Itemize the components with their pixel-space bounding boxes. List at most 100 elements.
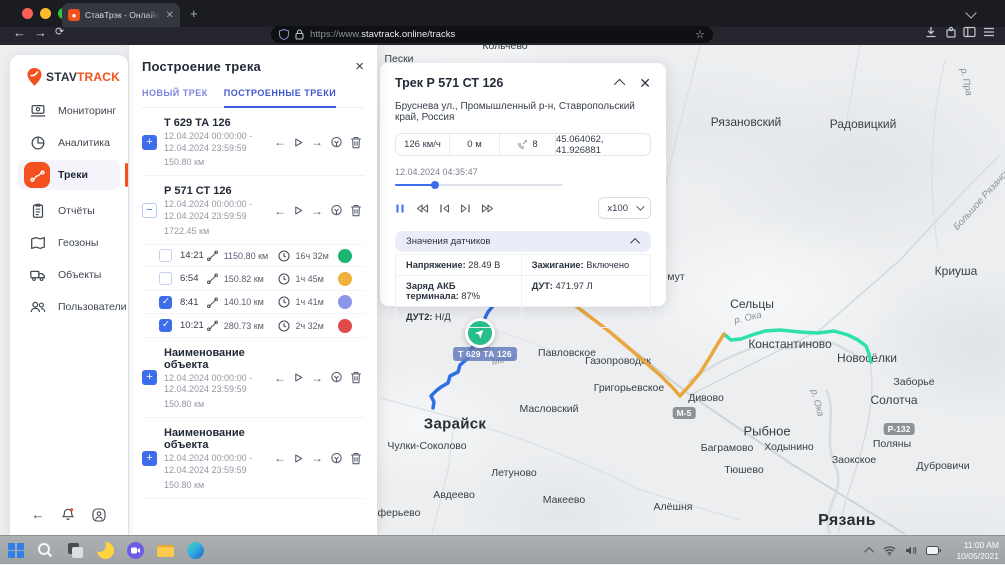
- sidebar-toggle-icon[interactable]: [963, 26, 976, 38]
- detail-close-icon[interactable]: ✕: [639, 76, 651, 90]
- file-explorer-icon[interactable]: [157, 542, 174, 559]
- bookmark-star-icon[interactable]: ☆: [695, 28, 705, 41]
- video-chat-app-icon[interactable]: [127, 542, 144, 559]
- track-item[interactable]: − Р 571 СТ 126 12.04.2024 00:00:00 - 12.…: [142, 176, 364, 243]
- expand-plus-icon[interactable]: +: [142, 451, 157, 466]
- satellite-icon: [517, 139, 528, 150]
- track-item[interactable]: + Наименование объекта 12.04.2024 00:00:…: [142, 338, 364, 418]
- delete-track-button[interactable]: [350, 204, 362, 217]
- notifications-bell-icon[interactable]: [60, 506, 76, 523]
- playback-speed-select[interactable]: x100: [598, 197, 651, 219]
- tab-new-track[interactable]: НОВЫЙ ТРЕК: [142, 88, 208, 107]
- expand-plus-icon[interactable]: +: [142, 370, 157, 385]
- step-forward-button[interactable]: →: [311, 372, 323, 384]
- back-button[interactable]: ←: [13, 25, 26, 40]
- window-chevron-icon[interactable]: [965, 7, 976, 18]
- logo-text-track: TRACK: [77, 70, 120, 84]
- taskbar-clock[interactable]: 11:00 AM 10/05/2021: [956, 540, 999, 561]
- profile-icon[interactable]: [91, 507, 107, 523]
- slider-handle[interactable]: [431, 181, 439, 189]
- segment-row[interactable]: 14:21 1150.80 км 16ч 32м: [142, 244, 364, 268]
- tray-chevron-icon[interactable]: [864, 547, 874, 557]
- sensor-cell: ДУТ: 471.97 Л: [522, 275, 650, 306]
- sidebar-item-reports[interactable]: Отчёты: [18, 196, 120, 226]
- sidebar-item-monitoring[interactable]: Мониторинг: [18, 96, 120, 126]
- track-item[interactable]: + Наименование объекта 12.04.2024 00:00:…: [142, 418, 364, 498]
- wifi-icon[interactable]: [883, 545, 896, 556]
- battery-icon[interactable]: [926, 546, 941, 555]
- step-back-button[interactable]: ←: [274, 136, 286, 148]
- play-track-button[interactable]: [293, 453, 304, 464]
- segment-checkbox[interactable]: [159, 296, 172, 309]
- track-builder-panel: Построение трека × НОВЫЙ ТРЕК ПОСТРОЕННЫ…: [129, 45, 377, 535]
- sidebar-item-analytics[interactable]: Аналитика: [18, 128, 120, 158]
- step-back-button[interactable]: ←: [274, 205, 286, 217]
- downloads-icon[interactable]: [925, 26, 937, 38]
- segment-checkbox[interactable]: [159, 319, 172, 332]
- reload-button[interactable]: ⟳: [55, 25, 64, 38]
- sidebar-item-objects[interactable]: Объекты: [18, 260, 120, 290]
- fast-rewind-button[interactable]: [415, 203, 429, 214]
- step-forward-button[interactable]: →: [311, 136, 323, 148]
- step-back-button[interactable]: ←: [274, 372, 286, 384]
- new-tab-button[interactable]: +: [190, 8, 198, 19]
- speaker-icon[interactable]: [905, 545, 917, 556]
- pause-button[interactable]: [395, 203, 405, 214]
- locate-on-map-button[interactable]: [330, 371, 343, 384]
- panel-close-icon[interactable]: ×: [355, 59, 364, 74]
- previous-point-button[interactable]: [439, 203, 450, 214]
- lock-icon[interactable]: [295, 29, 304, 40]
- taskbar-search-icon[interactable]: [37, 542, 54, 559]
- locate-on-map-button[interactable]: [330, 204, 343, 217]
- play-track-button[interactable]: [293, 137, 304, 148]
- route-icon: [206, 249, 219, 262]
- segment-checkbox[interactable]: [159, 249, 172, 262]
- task-view-icon[interactable]: [67, 542, 84, 559]
- url-bar[interactable]: https://www.stavtrack.online/tracks ☆: [271, 26, 713, 43]
- extensions-puzzle-icon[interactable]: [945, 26, 957, 38]
- track-item[interactable]: + Т 629 ТА 126 12.04.2024 00:00:00 - 12.…: [142, 108, 364, 176]
- sidebar-item-geozones[interactable]: Геозоны: [18, 228, 120, 258]
- playback-timestamp: 12.04.2024 04:35:47: [395, 167, 651, 177]
- start-button[interactable]: [8, 543, 24, 559]
- menu-hamburger-icon[interactable]: [983, 26, 995, 38]
- collapse-chevron-icon[interactable]: [614, 79, 625, 90]
- route-icon: [206, 296, 219, 309]
- forward-button[interactable]: →: [34, 25, 47, 40]
- play-track-button[interactable]: [293, 372, 304, 383]
- fast-forward-button[interactable]: [481, 203, 495, 214]
- locate-on-map-button[interactable]: [330, 136, 343, 149]
- edge-browser-icon[interactable]: [187, 542, 204, 559]
- segment-row[interactable]: 6:54 150.82 км 1ч 45м: [142, 267, 364, 291]
- tab-close-icon[interactable]: ✕: [166, 10, 174, 21]
- sidebar-item-tracks[interactable]: Треки: [18, 160, 120, 190]
- sidebar-item-users[interactable]: Пользователи: [18, 292, 120, 322]
- next-point-button[interactable]: [460, 203, 471, 214]
- collapse-sidebar-button[interactable]: ←: [32, 507, 45, 522]
- moon-app-icon[interactable]: [97, 542, 114, 559]
- tracks-tabs: НОВЫЙ ТРЕК ПОСТРОЕННЫЕ ТРЕКИ: [142, 88, 364, 108]
- delete-track-button[interactable]: [350, 136, 362, 149]
- collapse-minus-icon[interactable]: −: [142, 203, 157, 218]
- segment-row[interactable]: 10:21 280.73 км 2ч 32м: [142, 314, 364, 338]
- tab-built-tracks[interactable]: ПОСТРОЕННЫЕ ТРЕКИ: [224, 88, 336, 108]
- browser-tab[interactable]: ● СтавТрэк - Онлайн мониторин ✕: [62, 3, 180, 27]
- track-name: Т 629 ТА 126: [164, 117, 274, 129]
- track-stats-bar: 126 км/ч 0 м 8 45.064062, 41.926881: [395, 133, 651, 156]
- segment-row[interactable]: 8:41 140.10 км 1ч 41м: [142, 291, 364, 315]
- window-close-button[interactable]: [22, 8, 33, 19]
- window-minimize-button[interactable]: [40, 8, 51, 19]
- stavtrack-logo[interactable]: STAVTRACK: [26, 67, 120, 87]
- play-track-button[interactable]: [293, 205, 304, 216]
- playback-slider[interactable]: [395, 181, 563, 189]
- locate-on-map-button[interactable]: [330, 452, 343, 465]
- delete-track-button[interactable]: [350, 371, 362, 384]
- sensors-header[interactable]: Значения датчиков: [395, 231, 651, 252]
- step-forward-button[interactable]: →: [311, 452, 323, 464]
- segment-checkbox[interactable]: [159, 272, 172, 285]
- step-back-button[interactable]: ←: [274, 452, 286, 464]
- delete-track-button[interactable]: [350, 452, 362, 465]
- step-forward-button[interactable]: →: [311, 205, 323, 217]
- tracking-shield-icon[interactable]: [279, 29, 289, 40]
- expand-plus-icon[interactable]: +: [142, 135, 157, 150]
